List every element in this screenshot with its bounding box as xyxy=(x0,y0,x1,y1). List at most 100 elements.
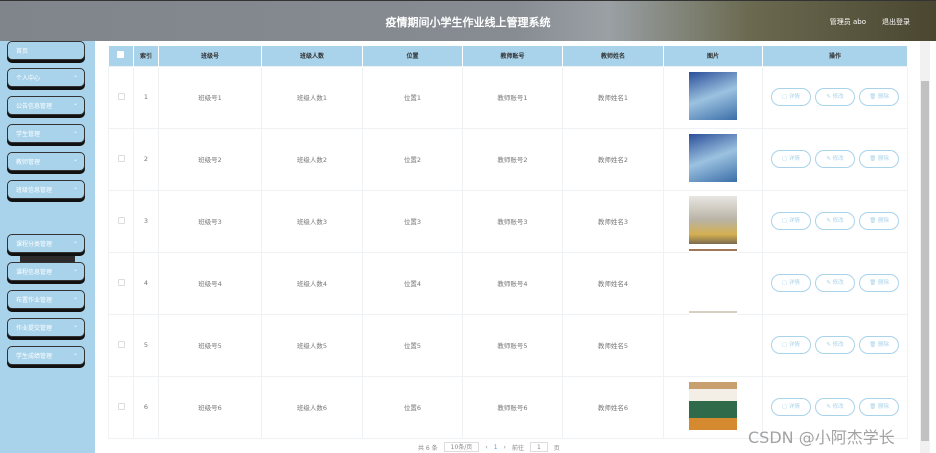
edit-button[interactable]: ✎ 修改 xyxy=(815,398,855,416)
cell-count: 班级人数2 xyxy=(261,127,363,191)
detail-label: 详情 xyxy=(788,280,800,286)
edit-button[interactable]: ✎ 修改 xyxy=(815,274,855,292)
sidebar-item[interactable]: 班级信息管理 ⌄ xyxy=(7,180,85,199)
detail-label: 详情 xyxy=(788,404,800,410)
sidebar-item-label: 课程信息管理 xyxy=(16,269,53,276)
cell-actions: ▢ 详情 ✎ 修改 🗑 删除 xyxy=(762,127,908,191)
classroom-image[interactable] xyxy=(689,72,737,120)
edit-button[interactable]: ✎ 修改 xyxy=(815,212,855,230)
edit-label: 修改 xyxy=(832,342,844,348)
row-checkbox[interactable] xyxy=(117,216,125,224)
app-title: 疫情期间小学生作业线上管理系统 xyxy=(385,16,551,29)
sidebar-item[interactable]: 课程分类管理 ⌄ xyxy=(7,234,85,253)
select-all-checkbox[interactable] xyxy=(117,51,125,59)
classroom-image[interactable] xyxy=(689,311,737,321)
delete-button[interactable]: 🗑 删除 xyxy=(859,88,900,106)
sidebar-item[interactable]: 学生管理 ⌄ xyxy=(7,124,85,143)
classroom-image[interactable] xyxy=(689,134,737,182)
detail-button[interactable]: ▢ 详情 xyxy=(770,150,811,168)
goto-input[interactable]: 1 xyxy=(529,442,548,452)
sidebar-item[interactable]: 学生成绩管理 ⌄ xyxy=(7,346,85,365)
edit-button[interactable]: ✎ 修改 xyxy=(815,88,855,106)
classroom-image[interactable] xyxy=(689,382,737,430)
detail-button[interactable]: ▢ 详情 xyxy=(770,336,811,354)
cell-teacher-name: 教师姓名5 xyxy=(562,313,664,377)
detail-button[interactable]: ▢ 详情 xyxy=(770,88,811,106)
pagination: 共 6 条 10条/页 ‹ 1 › 前往 1 页 xyxy=(418,442,560,452)
cell-count: 班级人数5 xyxy=(261,313,363,377)
sidebar-item[interactable]: 首页 xyxy=(7,41,85,60)
sidebar-item[interactable]: 公告信息管理 ⌄ xyxy=(7,96,85,115)
delete-button[interactable]: 🗑 删除 xyxy=(859,274,900,292)
delete-button[interactable]: 🗑 删除 xyxy=(859,212,900,230)
cell-teacher-account: 教师账号3 xyxy=(462,189,563,253)
cell-count: 班级人数1 xyxy=(261,65,363,129)
column-header: 教师账号 xyxy=(462,46,563,66)
row-checkbox[interactable] xyxy=(117,92,125,100)
column-header: 班级号 xyxy=(158,46,262,66)
cell-index: 3 xyxy=(133,189,159,253)
delete-label: 删除 xyxy=(877,218,889,224)
row-checkbox[interactable] xyxy=(117,402,125,410)
detail-button[interactable]: ▢ 详情 xyxy=(770,274,811,292)
cell-index: 6 xyxy=(133,375,159,439)
row-select[interactable] xyxy=(108,189,134,253)
row-select[interactable] xyxy=(108,65,134,129)
prev-page[interactable]: ‹ xyxy=(485,444,487,451)
table-row: 1 班级号1 班级人数1 位置1 教师账号1 教师姓名1 ▢ 详情 ✎ 修改 🗑… xyxy=(108,65,908,129)
chevron-down-icon: ⌄ xyxy=(72,184,78,191)
current-user: 管理员 abo xyxy=(829,18,866,26)
cell-class-no: 班级号1 xyxy=(158,65,262,129)
scrollbar[interactable] xyxy=(920,41,930,453)
cell-location: 位置3 xyxy=(362,189,463,253)
cell-class-no: 班级号6 xyxy=(158,375,262,439)
cell-class-no: 班级号4 xyxy=(158,251,262,315)
row-checkbox[interactable] xyxy=(117,154,125,162)
sidebar-item-label: 作业提交管理 xyxy=(16,325,53,332)
cell-index: 1 xyxy=(133,65,159,129)
delete-button[interactable]: 🗑 删除 xyxy=(859,336,900,354)
classroom-image[interactable] xyxy=(689,196,737,244)
delete-label: 删除 xyxy=(877,94,889,100)
page-size-select[interactable]: 10条/页 xyxy=(443,442,480,452)
cell-teacher-name: 教师姓名3 xyxy=(562,189,664,253)
row-select[interactable] xyxy=(108,313,134,377)
next-page[interactable]: › xyxy=(504,444,506,451)
sidebar-item[interactable]: 课程信息管理 ⌄ xyxy=(7,262,85,281)
edit-label: 修改 xyxy=(832,218,844,224)
row-checkbox[interactable] xyxy=(117,278,125,286)
table-row: 5 班级号5 班级人数5 位置5 教师账号5 教师姓名5 ▢ 详情 ✎ 修改 🗑… xyxy=(108,311,908,377)
cell-image xyxy=(663,189,763,253)
row-checkbox[interactable] xyxy=(117,340,125,348)
sidebar-item[interactable]: 作业提交管理 ⌄ xyxy=(7,318,85,337)
cell-teacher-account: 教师账号4 xyxy=(462,251,563,315)
detail-label: 详情 xyxy=(788,342,800,348)
cell-teacher-account: 教师账号2 xyxy=(462,127,563,191)
row-select[interactable] xyxy=(108,127,134,191)
sidebar: 班级信息 首页个人中心⌄公告信息管理⌄学生管理⌄教师管理⌄班级信息管理⌄课程分类… xyxy=(0,41,95,453)
classroom-image[interactable] xyxy=(689,249,737,259)
detail-label: 详情 xyxy=(788,218,800,224)
delete-button[interactable]: 🗑 删除 xyxy=(859,398,900,416)
cell-class-no: 班级号5 xyxy=(158,313,262,377)
detail-button[interactable]: ▢ 详情 xyxy=(770,212,811,230)
cell-index: 4 xyxy=(133,251,159,315)
row-select[interactable] xyxy=(108,375,134,439)
select-all[interactable] xyxy=(108,46,134,66)
goto-label: 前往 xyxy=(511,444,524,452)
logout-link[interactable]: 退出登录 xyxy=(882,17,910,27)
page-1[interactable]: 1 xyxy=(494,444,498,451)
sidebar-item[interactable]: 教师管理 ⌄ xyxy=(7,152,85,171)
delete-button[interactable]: 🗑 删除 xyxy=(859,150,900,168)
sidebar-item[interactable]: 个人中心 ⌄ xyxy=(7,68,85,87)
cell-index: 5 xyxy=(133,313,159,377)
row-select[interactable] xyxy=(108,251,134,315)
delete-label: 删除 xyxy=(877,280,889,286)
edit-button[interactable]: ✎ 修改 xyxy=(815,336,855,354)
scrollbar-thumb[interactable] xyxy=(921,81,929,441)
table-row: 4 班级号4 班级人数4 位置4 教师账号4 教师姓名4 ▢ 详情 ✎ 修改 🗑… xyxy=(108,249,908,315)
edit-button[interactable]: ✎ 修改 xyxy=(815,150,855,168)
cell-image xyxy=(663,249,763,315)
sidebar-item[interactable]: 布置作业管理 ⌄ xyxy=(7,290,85,309)
detail-button[interactable]: ▢ 详情 xyxy=(770,398,811,416)
